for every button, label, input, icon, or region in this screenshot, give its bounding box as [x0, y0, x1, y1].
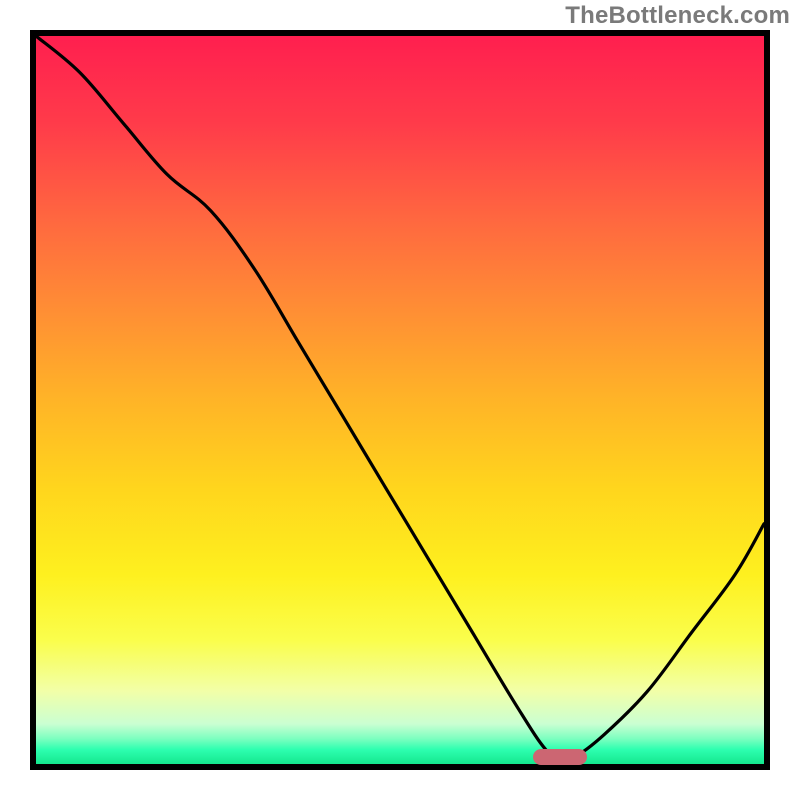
optimal-marker: [533, 749, 587, 765]
watermark-text: TheBottleneck.com: [565, 2, 790, 30]
curve-layer: [36, 36, 764, 764]
bottleneck-chart: TheBottleneck.com: [0, 0, 800, 800]
bottleneck-curve-path: [36, 36, 764, 759]
plot-area: [30, 30, 770, 770]
